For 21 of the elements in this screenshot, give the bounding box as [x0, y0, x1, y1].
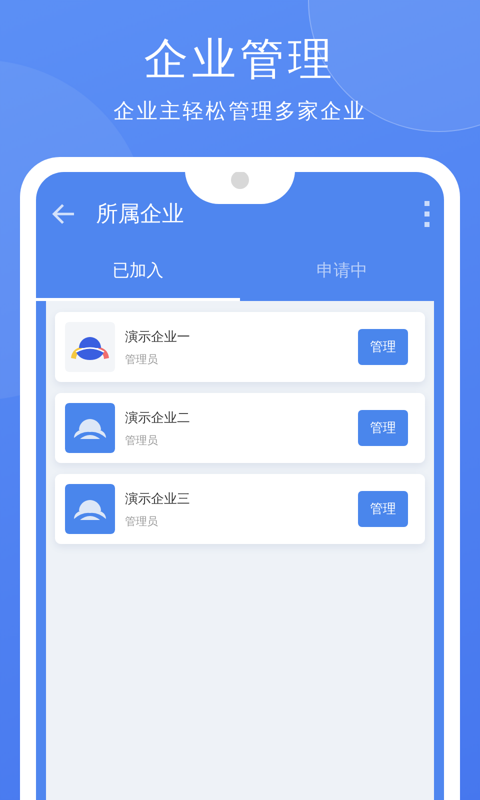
manage-button[interactable]: 管理	[358, 410, 408, 446]
headline: 企业管理	[144, 33, 336, 87]
subtitle: 企业主轻松管理多家企业	[114, 98, 366, 125]
logo-icon	[65, 403, 115, 453]
app-bar-title: 所属企业	[96, 201, 185, 229]
company-card[interactable]: 演示企业三 管理员 管理	[55, 474, 425, 544]
company-role: 管理员	[125, 514, 159, 528]
logo-icon	[65, 484, 115, 534]
company-role: 管理员	[125, 352, 159, 366]
company-role: 管理员	[125, 432, 159, 448]
company-name: 演示企业三	[125, 490, 191, 508]
company-card[interactable]: 演示企业二 管理员 管理	[55, 393, 425, 463]
company-card[interactable]: 演示企业一 管理员 管理	[55, 312, 425, 382]
logo-icon	[65, 322, 115, 372]
camera-dot	[231, 172, 249, 189]
tab[interactable]: 申请中	[240, 242, 444, 301]
manage-button[interactable]: 管理	[358, 329, 408, 365]
company-name: 演示企业二	[125, 410, 191, 426]
company-name: 演示企业一	[125, 328, 191, 346]
more-menu-icon[interactable]	[424, 201, 430, 227]
manage-button[interactable]: 管理	[358, 491, 408, 527]
